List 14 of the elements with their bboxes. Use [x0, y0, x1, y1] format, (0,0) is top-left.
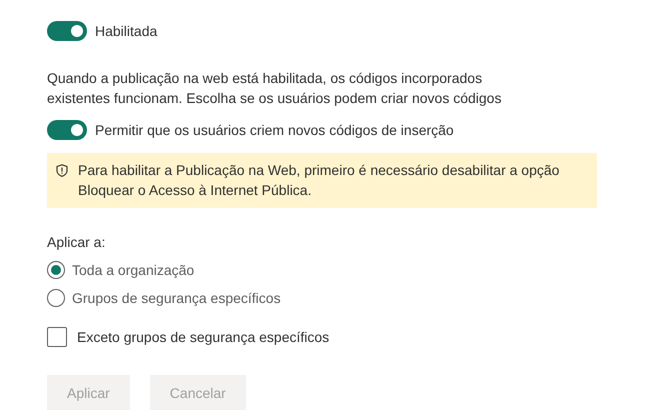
checkbox-label: Exceto grupos de segurança específicos: [77, 329, 330, 345]
toggle-switch[interactable]: [47, 21, 87, 41]
warning-text: Para habilitar a Publicação na Web, primeiro é necessário desabilitar a opção Bloquear o Acesso à Internet Pública.: [78, 161, 560, 200]
toggle-label: Habilitada: [95, 23, 158, 39]
toggle-label: Permitir que os usuários criem novos códigos de inserção: [95, 122, 454, 138]
checkbox[interactable]: [47, 327, 67, 347]
description-text: Quando a publicação na web está habilitada, os códigos incorporados existentes funcionam. Escolha se os usuários podem criar novos códigos: [47, 69, 502, 108]
shield-icon: [56, 164, 68, 177]
apply-to-label: Aplicar a:: [47, 234, 106, 250]
radio-button[interactable]: [47, 261, 65, 279]
radio-label: Grupos de segurança específicos: [72, 290, 281, 306]
radio-button[interactable]: [47, 289, 65, 307]
toggle-switch[interactable]: [47, 120, 87, 140]
radio-label: Toda a organização: [72, 262, 194, 278]
